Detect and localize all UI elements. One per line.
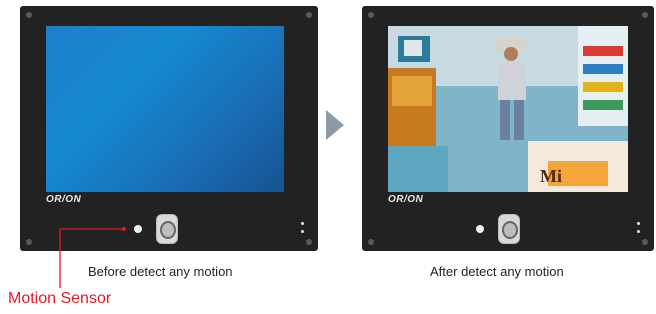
motion-sensor-callout-line	[59, 227, 126, 288]
motion-sensor-label: Motion Sensor	[8, 290, 112, 307]
